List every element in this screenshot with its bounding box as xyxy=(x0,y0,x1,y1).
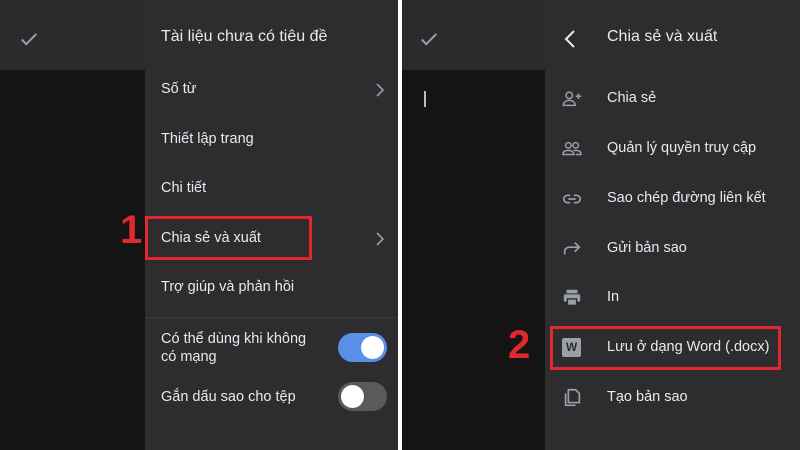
menu-item-label: Chi tiết xyxy=(161,180,207,196)
star-toggle-row: Gắn dấu sao cho tệp xyxy=(145,382,398,412)
toggle-knob xyxy=(341,385,364,408)
step-number-2: 2 xyxy=(508,323,531,367)
send-copy-label: Gửi bản sao xyxy=(607,240,687,256)
people-icon xyxy=(562,141,582,156)
drawer-title: Chia sẻ và xuất xyxy=(607,28,718,45)
left-screenshot-panel: Tài liệu chưa có tiêu đề Số từ Thiết lập… xyxy=(0,0,398,450)
menu-item-help-feedback[interactable]: Trợ giúp và phản hồi xyxy=(145,268,398,308)
make-copy-label: Tạo bản sao xyxy=(607,389,688,405)
right-screenshot-panel: Chia sẻ và xuất Chia sẻ Quản lý quyền tr… xyxy=(402,0,800,450)
star-file-toggle[interactable] xyxy=(338,382,387,411)
print-item[interactable]: In xyxy=(545,278,800,318)
manage-access-item[interactable]: Quản lý quyền truy cập xyxy=(545,129,800,169)
drawer-title: Tài liệu chưa có tiêu đề xyxy=(161,28,328,45)
menu-item-details[interactable]: Chi tiết xyxy=(145,169,398,209)
copy-link-item[interactable]: Sao chép đường liên kết xyxy=(545,179,800,219)
share-label: Chia sẻ xyxy=(607,90,657,106)
toggle-knob xyxy=(361,336,384,359)
person-add-icon xyxy=(562,91,582,107)
printer-icon xyxy=(563,289,581,307)
check-icon[interactable] xyxy=(418,28,440,50)
send-copy-item[interactable]: Gửi bản sao xyxy=(545,229,800,269)
menu-item-word-count[interactable]: Số từ xyxy=(145,70,398,110)
section-divider xyxy=(145,317,398,318)
offline-toggle-row: Có thể dùng khi không có mạng xyxy=(145,328,398,372)
print-label: In xyxy=(607,289,620,305)
menu-item-label: Số từ xyxy=(161,81,197,97)
check-icon[interactable] xyxy=(18,28,40,50)
chevron-right-icon xyxy=(376,232,385,246)
star-file-label: Gắn dấu sao cho tệp xyxy=(161,389,296,405)
share-export-drawer: Chia sẻ và xuất Chia sẻ Quản lý quyền tr… xyxy=(545,0,800,450)
offline-toggle[interactable] xyxy=(338,333,387,362)
offline-label-line2: có mạng xyxy=(161,349,217,365)
manage-access-label: Quản lý quyền truy cập xyxy=(607,140,757,156)
offline-label-line1: Có thể dùng khi không xyxy=(161,331,307,347)
copy-link-label: Sao chép đường liên kết xyxy=(607,190,766,206)
highlight-box-step1 xyxy=(145,216,312,260)
chevron-right-icon xyxy=(376,83,385,97)
step-number-1: 1 xyxy=(120,208,143,252)
menu-item-page-setup[interactable]: Thiết lập trang xyxy=(145,120,398,160)
text-cursor xyxy=(424,91,426,107)
highlight-box-step2 xyxy=(550,326,781,370)
copy-icon xyxy=(564,388,581,407)
link-icon xyxy=(562,194,582,204)
menu-item-label: Trợ giúp và phản hồi xyxy=(161,279,295,295)
back-arrow-icon[interactable] xyxy=(563,29,577,49)
menu-item-label: Thiết lập trang xyxy=(161,131,254,147)
make-copy-item[interactable]: Tạo bản sao xyxy=(545,378,800,418)
forward-arrow-icon xyxy=(563,241,581,255)
share-item[interactable]: Chia sẻ xyxy=(545,79,800,119)
